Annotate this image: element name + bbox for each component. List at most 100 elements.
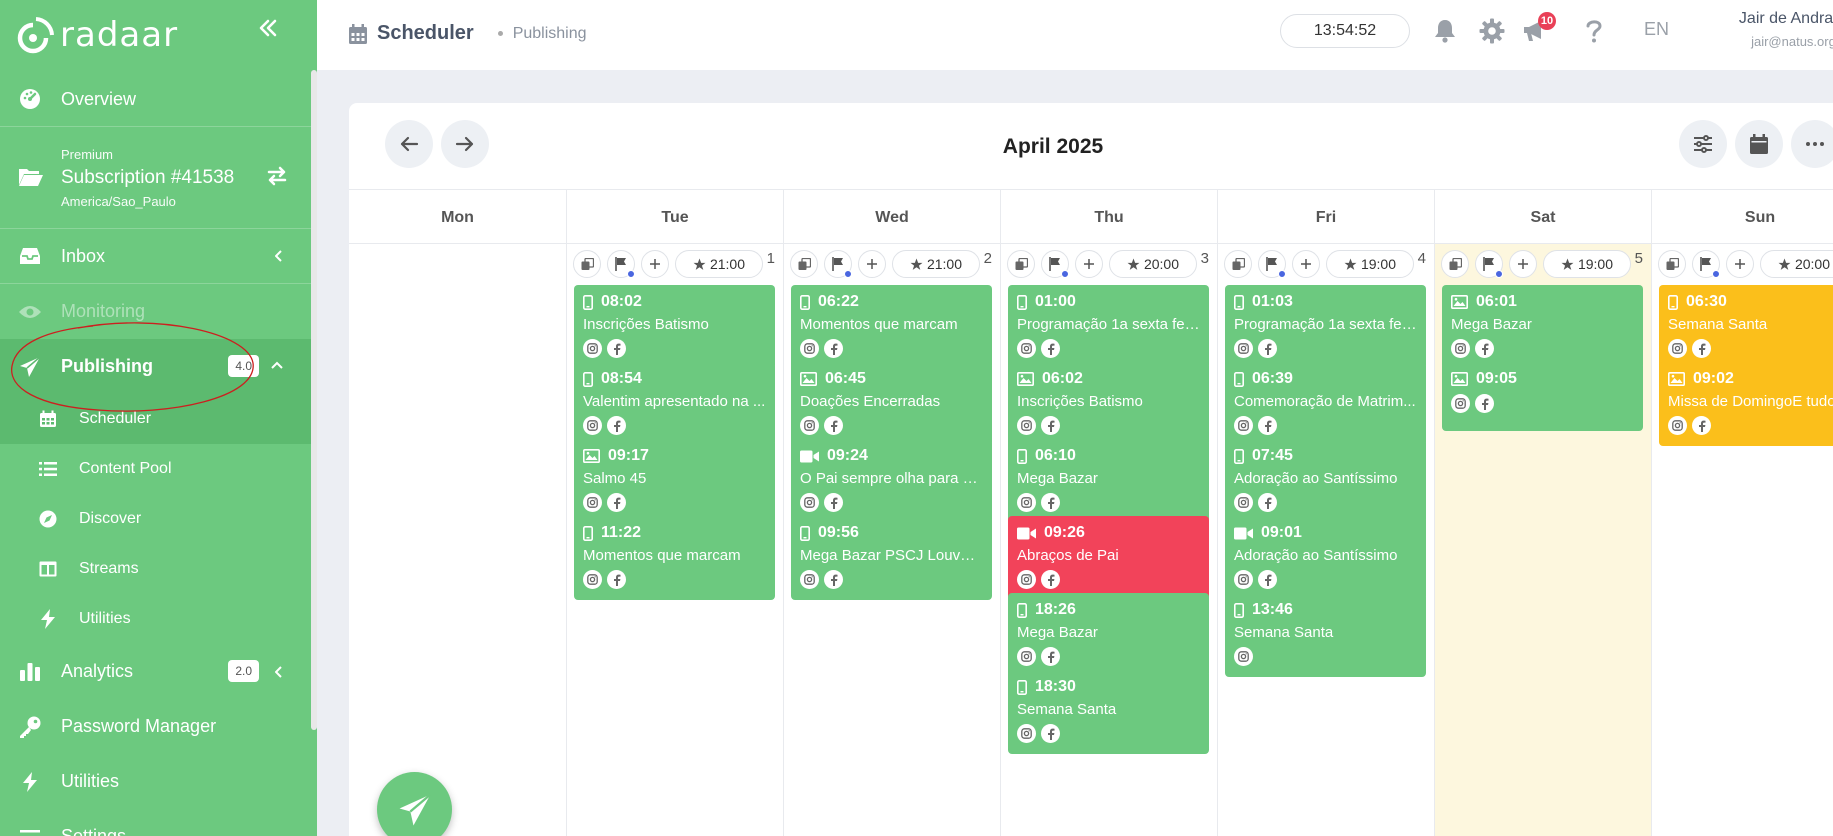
sidebar-item-label: Inbox bbox=[61, 245, 106, 266]
calendar-view-button[interactable] bbox=[1735, 120, 1783, 168]
sidebar-item-overview[interactable]: Overview bbox=[0, 72, 317, 127]
scheduled-post-card[interactable]: 18:30 Semana Santa bbox=[1008, 670, 1209, 754]
best-time-button[interactable]: 20:00 bbox=[1109, 250, 1197, 278]
sidebar-sub-label: Utilities bbox=[79, 610, 131, 627]
facebook-icon bbox=[1258, 570, 1277, 589]
duplicate-day-button[interactable] bbox=[1224, 250, 1252, 278]
flag-day-button[interactable] bbox=[1692, 250, 1720, 278]
add-post-button[interactable] bbox=[858, 250, 886, 278]
sidebar-item-discover[interactable]: Discover bbox=[0, 494, 317, 544]
sidebar-item-monitoring[interactable]: Monitoring bbox=[0, 284, 317, 339]
scheduled-post-card[interactable]: 08:54 Valentim apresentado na ... bbox=[574, 362, 775, 446]
post-time: 09:17 bbox=[608, 447, 649, 464]
radaar-logo[interactable]: radaar bbox=[16, 6, 178, 64]
scheduled-post-card[interactable]: 13:46 Semana Santa bbox=[1225, 593, 1426, 677]
day-column-fri[interactable]: 19:00 4 01:03 Programação 1a sexta fei... 06… bbox=[1217, 244, 1434, 836]
day-column-thu[interactable]: 20:00 3 01:00 Programação 1a sexta fei... 06… bbox=[1000, 244, 1217, 836]
scheduled-post-card[interactable]: 11:22 Momentos que marcam bbox=[574, 516, 775, 600]
sidebar-item-password-manager[interactable]: Password Manager bbox=[0, 699, 317, 754]
page-title-text: Scheduler bbox=[377, 22, 474, 44]
scheduled-post-card[interactable]: 06:02 Inscrições Batismo bbox=[1008, 362, 1209, 446]
add-post-button[interactable] bbox=[641, 250, 669, 278]
scheduled-post-card[interactable]: 09:26 Abraços de Pai bbox=[1008, 516, 1209, 600]
flag-day-button[interactable] bbox=[607, 250, 635, 278]
scheduled-post-card[interactable]: 18:26 Mega Bazar bbox=[1008, 593, 1209, 677]
day-column-sat[interactable]: 19:00 5 06:01 Mega Bazar 09:05 bbox=[1434, 244, 1651, 836]
calendar-icon bbox=[1750, 134, 1768, 154]
duplicate-day-button[interactable] bbox=[1658, 250, 1686, 278]
sidebar-item-inbox[interactable]: Inbox bbox=[0, 229, 317, 284]
scheduled-post-card[interactable]: 06:22 Momentos que marcam bbox=[791, 285, 992, 369]
best-time-button[interactable]: 19:00 bbox=[1543, 250, 1631, 278]
post-title: Valentim apresentado na ... bbox=[583, 393, 766, 410]
more-options-button[interactable] bbox=[1791, 120, 1833, 168]
scheduled-post-card[interactable]: 06:45 Doações Encerradas bbox=[791, 362, 992, 446]
sidebar-item-content-pool[interactable]: Content Pool bbox=[0, 444, 317, 494]
sidebar-item-streams[interactable]: Streams bbox=[0, 544, 317, 594]
best-time-button[interactable]: 21:00 bbox=[675, 250, 763, 278]
best-time-button[interactable]: 19:00 bbox=[1326, 250, 1414, 278]
eye-icon bbox=[18, 300, 42, 324]
sidebar-scrollbar[interactable] bbox=[311, 70, 317, 730]
user-name[interactable]: Jair de Andrade bbox=[1695, 10, 1833, 28]
sidebar-item-publishing[interactable]: Publishing 4.0 bbox=[0, 339, 317, 394]
flag-day-button[interactable] bbox=[1258, 250, 1286, 278]
add-post-button[interactable] bbox=[1292, 250, 1320, 278]
scheduled-post-card[interactable]: 01:03 Programação 1a sexta fei... bbox=[1225, 285, 1426, 369]
gear-icon[interactable] bbox=[1477, 16, 1507, 46]
day-number: 1 bbox=[766, 250, 775, 267]
scheduled-post-card[interactable]: 09:05 bbox=[1442, 362, 1643, 431]
scheduled-post-card[interactable]: 09:24 O Pai sempre olha para n... bbox=[791, 439, 992, 523]
sidebar-item-settings[interactable]: Settings bbox=[0, 809, 317, 836]
scheduled-post-card[interactable]: 06:10 Mega Bazar bbox=[1008, 439, 1209, 523]
instagram-icon bbox=[1234, 570, 1253, 589]
best-time-button[interactable]: 21:00 bbox=[892, 250, 980, 278]
filter-button[interactable] bbox=[1679, 120, 1727, 168]
post-type-image-icon bbox=[1451, 295, 1468, 309]
day-column-wed[interactable]: 21:00 2 06:22 Momentos que marcam 06:45 Doaçõ… bbox=[783, 244, 1000, 836]
duplicate-day-button[interactable] bbox=[1007, 250, 1035, 278]
post-title: Adoração ao Santíssimo bbox=[1234, 547, 1398, 564]
duplicate-day-button[interactable] bbox=[573, 250, 601, 278]
add-post-button[interactable] bbox=[1726, 250, 1754, 278]
scheduled-post-card[interactable]: 06:30 Semana Santa bbox=[1659, 285, 1833, 369]
collapse-sidebar-icon[interactable] bbox=[256, 16, 284, 44]
scheduled-post-card[interactable]: 07:45 Adoração ao Santíssimo bbox=[1225, 439, 1426, 523]
scheduled-post-card[interactable]: 09:17 Salmo 45 bbox=[574, 439, 775, 523]
page-title: Scheduler Publishing bbox=[349, 22, 587, 45]
add-post-button[interactable] bbox=[1509, 250, 1537, 278]
help-question-icon[interactable] bbox=[1579, 16, 1609, 46]
duplicate-day-button[interactable] bbox=[1441, 250, 1469, 278]
post-type-mobile-icon bbox=[1234, 602, 1244, 618]
flag-day-button[interactable] bbox=[1475, 250, 1503, 278]
breadcrumb[interactable]: Publishing bbox=[513, 25, 587, 43]
add-post-button[interactable] bbox=[1075, 250, 1103, 278]
sidebar-item-scheduler[interactable]: Scheduler bbox=[0, 394, 317, 444]
scheduled-post-card[interactable]: 06:01 Mega Bazar bbox=[1442, 285, 1643, 369]
scheduled-post-card[interactable]: 09:02 Missa de DomingoE tudo bbox=[1659, 362, 1833, 446]
day-column-sun[interactable]: 20:00 06:30 Semana Santa 09:02 Missa de Domi… bbox=[1651, 244, 1833, 836]
scheduled-post-card[interactable]: 09:56 Mega Bazar PSCJ Louveira bbox=[791, 516, 992, 600]
sidebar-item-utilities[interactable]: Utilities bbox=[0, 754, 317, 809]
flag-day-button[interactable] bbox=[824, 250, 852, 278]
instagram-icon bbox=[1017, 570, 1036, 589]
day-column-tue[interactable]: 21:00 1 08:02 Inscrições Batismo 08:54 Valent… bbox=[566, 244, 783, 836]
weekday-tue: Tue bbox=[566, 190, 783, 245]
subscription-selector[interactable]: Premium Subscription #41538 America/Sao_… bbox=[0, 127, 317, 229]
duplicate-day-button[interactable] bbox=[790, 250, 818, 278]
scheduled-post-card[interactable]: 08:02 Inscrições Batismo bbox=[574, 285, 775, 369]
day-column-mon[interactable] bbox=[349, 244, 566, 836]
sidebar-item-analytics[interactable]: Analytics 2.0 bbox=[0, 644, 317, 699]
swap-subscription-icon[interactable] bbox=[265, 164, 289, 188]
scheduled-post-card[interactable]: 09:01 Adoração ao Santíssimo bbox=[1225, 516, 1426, 600]
bell-icon[interactable] bbox=[1430, 16, 1460, 46]
sidebar-item-sub-utilities[interactable]: Utilities bbox=[0, 594, 317, 644]
post-time: 06:10 bbox=[1035, 447, 1076, 464]
post-type-mobile-icon bbox=[1017, 294, 1027, 310]
flag-day-button[interactable] bbox=[1041, 250, 1069, 278]
scheduled-post-card[interactable]: 01:00 Programação 1a sexta fei... bbox=[1008, 285, 1209, 369]
scheduled-post-card[interactable]: 06:39 Comemoração de Matrim... bbox=[1225, 362, 1426, 446]
post-title: Semana Santa bbox=[1668, 316, 1768, 333]
language-selector[interactable]: EN bbox=[1644, 19, 1669, 40]
best-time-button[interactable]: 20:00 bbox=[1760, 250, 1833, 278]
